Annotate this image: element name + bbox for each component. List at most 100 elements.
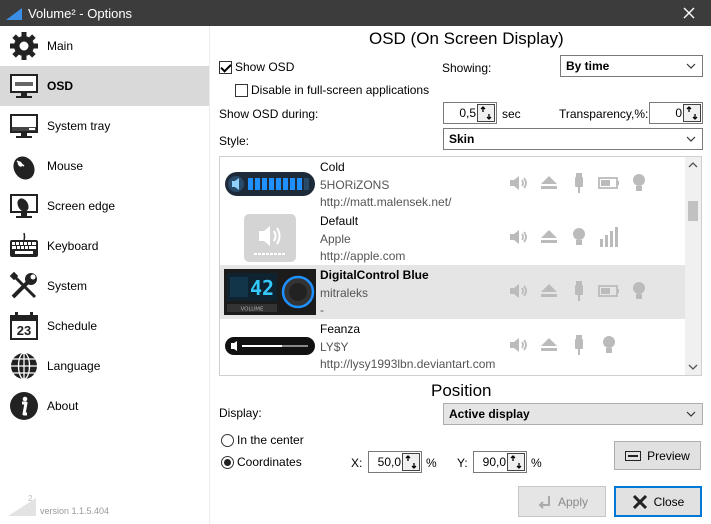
coordinates-radio[interactable]: Coordinates [221,455,302,469]
show-osd-checkbox[interactable]: Show OSD [219,60,294,74]
skin-url: http://lysy1993lbn.deviantart.com [320,357,496,371]
window-close-button[interactable] [667,0,711,26]
in-center-label: In the center [237,433,304,447]
sidebar-item-mouse[interactable]: Mouse [0,146,209,186]
sidebar-item-label: Main [47,39,74,53]
calendar-day: 23 [17,323,31,338]
window-title: Volume² - Options [28,5,133,21]
sidebar-item-label: System [47,279,88,293]
sidebar-item-main[interactable]: Main [0,26,209,66]
close-button[interactable]: Close [614,486,702,517]
speaker-icon [510,230,527,244]
skin-thumbnail [225,337,315,355]
title-bar: Volume² - Options [0,0,711,26]
scroll-up-icon[interactable] [688,161,698,169]
battery-icon [598,177,619,189]
x-label: X: [351,456,363,470]
skin-features [507,333,621,357]
sidebar-item-label: Schedule [47,319,98,333]
eject-icon [541,176,557,189]
showing-label: Showing: [442,61,492,75]
sidebar-item-keyboard[interactable]: Keyboard [0,226,209,266]
transparency-label: Transparency,%: [559,107,649,121]
app-logo-icon: 2 [8,494,36,516]
skin-row-cold[interactable]: Cold 5HORiZONS http://matt.malensek.net/ [220,157,686,211]
usb-icon [575,335,583,355]
y-value: 90,0 [482,455,506,469]
monitor-icon [8,70,40,102]
chevron-down-icon [686,63,696,69]
sidebar-item-screen-edge[interactable]: Screen edge [0,186,209,226]
skin-name: Default [320,214,359,228]
in-center-radio[interactable]: In the center [221,433,304,447]
sidebar-item-system[interactable]: System [0,266,209,306]
show-during-stepper[interactable]: 0,5 [443,102,497,124]
scrollbar-thumb[interactable] [688,201,698,221]
sidebar-item-schedule[interactable]: 23 Schedule [0,306,209,346]
skin-name: Cold [320,160,345,174]
bulb-icon [603,336,615,353]
sidebar-item-system-tray[interactable]: System tray [0,106,209,146]
skin-url: - [320,303,324,317]
sidebar-item-about[interactable]: About [0,386,209,426]
showing-value: By time [566,59,610,73]
skin-row-digitalcontrol-blue[interactable]: 42 VOLUME DigitalControl Blue mitraleks … [220,265,686,319]
style-label: Style: [219,134,250,148]
spin-arrows-icon[interactable] [683,104,701,122]
skin-thumbnail [225,172,315,196]
skin-url: http://matt.malensek.net/ [320,195,452,209]
skin-row-default[interactable]: Default Apple http://apple.com [220,211,686,265]
scroll-down-icon[interactable] [688,363,698,371]
disable-fullscreen-checkbox[interactable]: Disable in full-screen applications [235,83,429,97]
x-coordinate-stepper[interactable]: 50,0 [368,451,422,473]
apply-button[interactable]: Apply [518,486,606,517]
transparency-value: 0 [675,106,682,120]
coordinates-label: Coordinates [237,455,302,469]
checkbox-box [219,60,232,74]
skin-author: mitraleks [320,286,369,300]
thumbnail-number: 42 [250,276,274,300]
gear-icon [8,30,40,62]
chevron-down-icon [686,136,696,142]
transparency-stepper[interactable]: 0 [649,102,703,124]
skin-list-scrollbar[interactable] [685,157,701,375]
thumbnail-label: VOLUME [240,307,264,313]
disable-fullscreen-label: Disable in full-screen applications [251,83,430,97]
sidebar-item-language[interactable]: Language [0,346,209,386]
preview-button[interactable]: Preview [614,441,701,470]
signal-bars-icon [600,227,618,247]
sec-label: sec [502,107,521,121]
spin-arrows-icon[interactable] [477,104,495,122]
skin-row-feanza[interactable]: Feanza LY$Y http://lysy1993lbn.deviantar… [220,319,686,373]
display-label: Display: [219,406,262,420]
osd-settings-panel: OSD (On Screen Display) Show OSD Disable… [211,26,711,524]
showing-select[interactable]: By time [560,55,703,77]
bulb-icon [633,174,645,191]
version-info: 2 version 1.1.5.404 [8,494,109,516]
eject-icon [541,338,557,351]
x-value: 50,0 [377,455,401,469]
radio-circle [221,433,234,447]
radio-circle [221,455,234,469]
sidebar-item-osd[interactable]: OSD [0,66,209,106]
version-text: version 1.1.5.404 [40,506,110,516]
speaker-icon [510,176,527,190]
y-coordinate-stepper[interactable]: 90,0 [473,451,527,473]
osd-section-title: OSD (On Screen Display) [369,29,564,48]
skin-list[interactable]: Cold 5HORiZONS http://matt.malensek.net/… [219,156,702,376]
spin-arrows-icon[interactable] [402,453,420,471]
bulb-icon [573,228,585,245]
skin-name: Feanza [320,322,361,336]
display-select[interactable]: Active display [443,403,703,425]
display-value: Active display [449,407,530,421]
skin-url: http://apple.com [320,249,406,263]
close-label: Close [653,494,685,509]
skin-thumbnail: 42 VOLUME [224,269,316,315]
style-select[interactable]: Skin [443,128,703,150]
sidebar: Main OSD System tray Mouse Screen edge K… [0,26,210,524]
spin-arrows-icon[interactable] [507,453,525,471]
x-percent-label: % [426,456,437,470]
app-logo-icon [6,8,22,20]
show-during-value: 0,5 [459,106,476,120]
sidebar-item-label: Screen edge [47,199,116,213]
